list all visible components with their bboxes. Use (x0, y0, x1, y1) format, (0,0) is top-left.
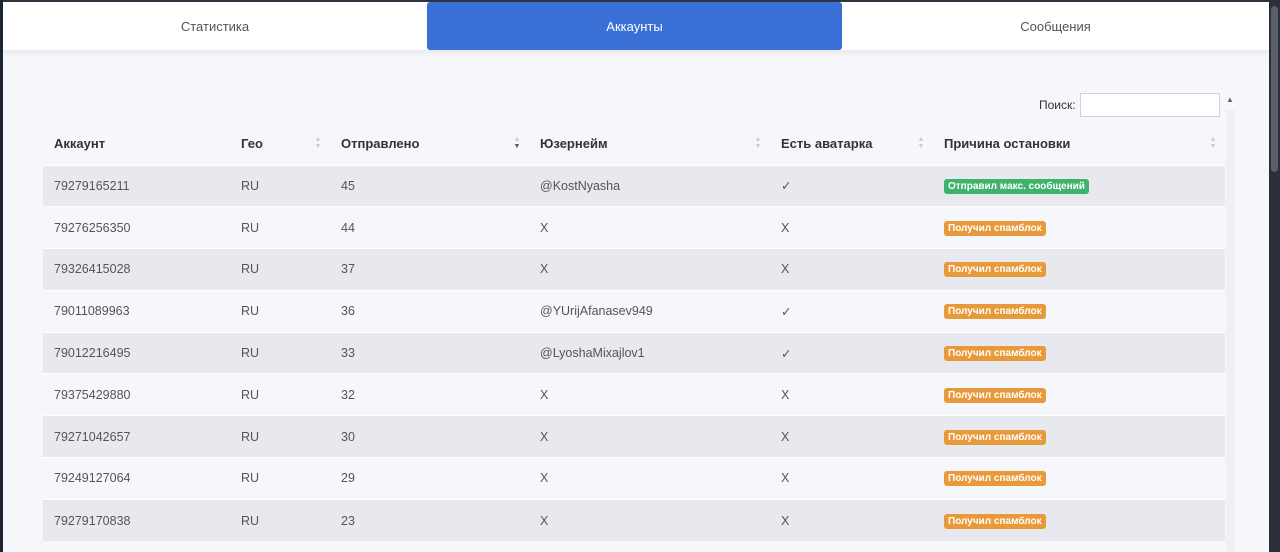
username-cell: X (529, 498, 770, 542)
geo-cell: RU (230, 415, 330, 458)
stop-reason-cell: Получил спамблок (933, 248, 1225, 291)
username-cell: X (529, 415, 770, 458)
stop-reason-cell: Получил спамблок (933, 498, 1225, 542)
stop-reason-cell: Получил спамблок (933, 206, 1225, 249)
stop-reason-cell: Получил спамблок (933, 289, 1225, 333)
table-body: 79279165211 RU 45 @KostNyasha ✓ Отправил макс… (43, 164, 1225, 542)
stop-reason-cell: Получил спамблок (933, 331, 1225, 374)
sent-count-cell: 32 (330, 373, 529, 416)
geo-cell: RU (230, 498, 330, 542)
stop-reason-cell: Отправил макс. сообщений (933, 164, 1225, 207)
geo-cell: RU (230, 206, 330, 249)
column-header-sent[interactable]: Отправлено ▲ ▼ (330, 123, 529, 165)
sort-icon: ▲ ▼ (1209, 136, 1217, 150)
app-window: Статистика Аккаунты Сообщения Поиск: ▲ А… (3, 0, 1269, 552)
status-badge: Получил спамблок (944, 220, 1046, 236)
sort-icon: ▲ ▼ (754, 136, 762, 150)
table-row: 79276256350 RU 44 X X Получил спамблок (43, 206, 1225, 249)
username-cell: X (529, 206, 770, 249)
account-cell: 79279165211 (43, 164, 230, 207)
stop-reason-cell: Получил спамблок (933, 415, 1225, 458)
window-scrollbar-thumb[interactable] (1271, 6, 1278, 172)
sent-count-cell: 29 (330, 457, 529, 500)
username-cell: @YUrijAfanasev949 (529, 289, 770, 333)
table-row: 79279170838 RU 23 X X Получил спамблок (43, 498, 1225, 542)
sort-icon: ▲ ▼ (314, 136, 322, 150)
status-badge: Получил спамблок (944, 387, 1046, 403)
account-cell: 79375429880 (43, 373, 230, 416)
geo-cell: RU (230, 164, 330, 207)
column-header-avatar[interactable]: Есть аватарка ▲ ▼ (770, 123, 933, 165)
status-badge: Получил спамблок (944, 262, 1046, 278)
sent-count-cell: 36 (330, 289, 529, 333)
account-cell: 79011089963 (43, 289, 230, 333)
status-badge: Получил спамблок (944, 304, 1046, 320)
table-header-row: Аккаунт Гео ▲ ▼ Отправлено ▲ ▼ Юзернейм ▲ ▼… (43, 123, 1225, 165)
tab-messages[interactable]: Сообщения (842, 2, 1269, 50)
geo-cell: RU (230, 331, 330, 374)
table-row: 79012216495 RU 33 @LyoshaMixajlov1 ✓ Получил … (43, 331, 1225, 374)
column-header-geo[interactable]: Гео ▲ ▼ (230, 123, 330, 165)
table-scrollbar[interactable] (1226, 110, 1235, 552)
tab-bar: Статистика Аккаунты Сообщения (3, 0, 1269, 50)
stop-reason-cell: Получил спамблок (933, 373, 1225, 416)
has-avatar-cell: X (770, 498, 933, 542)
sent-count-cell: 37 (330, 248, 529, 291)
sent-count-cell: 33 (330, 331, 529, 374)
sent-count-cell: 23 (330, 498, 529, 542)
username-cell: X (529, 248, 770, 291)
table-row: 79375429880 RU 32 X X Получил спамблок (43, 373, 1225, 416)
has-avatar-cell: X (770, 415, 933, 458)
account-cell: 79279170838 (43, 498, 230, 542)
geo-cell: RU (230, 373, 330, 416)
tab-accounts[interactable]: Аккаунты (427, 2, 842, 50)
status-badge: Отправил макс. сообщений (944, 178, 1089, 194)
table-row: 79249127064 RU 29 X X Получил спамблок (43, 457, 1225, 500)
status-badge: Получил спамблок (944, 513, 1046, 529)
search-input[interactable] (1079, 93, 1220, 117)
geo-cell: RU (230, 457, 330, 500)
sent-count-cell: 44 (330, 206, 529, 249)
account-cell: 79271042657 (43, 415, 230, 458)
account-cell: 79012216495 (43, 331, 230, 374)
has-avatar-cell: ✓ (770, 331, 933, 374)
has-avatar-cell: X (770, 248, 933, 291)
username-cell: @LyoshaMixajlov1 (529, 331, 770, 374)
account-cell: 79326415028 (43, 248, 230, 291)
sort-icon: ▲ ▼ (917, 136, 925, 150)
table-row: 79326415028 RU 37 X X Получил спамблок (43, 248, 1225, 291)
status-badge: Получил спамблок (944, 471, 1046, 487)
has-avatar-cell: X (770, 457, 933, 500)
table-row: 79279165211 RU 45 @KostNyasha ✓ Отправил макс… (43, 164, 1225, 207)
column-header-username[interactable]: Юзернейм ▲ ▼ (529, 123, 770, 165)
username-cell: X (529, 457, 770, 500)
sent-count-cell: 30 (330, 415, 529, 458)
accounts-table: Аккаунт Гео ▲ ▼ Отправлено ▲ ▼ Юзернейм ▲ ▼… (43, 123, 1225, 542)
search-label: Поиск: (1039, 98, 1076, 112)
status-badge: Получил спамблок (944, 429, 1046, 445)
sort-desc-icon: ▲ ▼ (513, 136, 521, 150)
table-row: 79011089963 RU 36 @YUrijAfanasev949 ✓ Получил… (43, 289, 1225, 333)
account-cell: 79276256350 (43, 206, 230, 249)
username-cell: @KostNyasha (529, 164, 770, 207)
stop-reason-cell: Получил спамблок (933, 457, 1225, 500)
sent-count-cell: 45 (330, 164, 529, 207)
status-badge: Получил спамблок (944, 346, 1046, 362)
username-cell: X (529, 373, 770, 416)
has-avatar-cell: X (770, 373, 933, 416)
window-scrollbar[interactable] (1269, 0, 1280, 552)
search-area: Поиск: (1039, 93, 1220, 117)
account-cell: 79249127064 (43, 457, 230, 500)
has-avatar-cell: ✓ (770, 289, 933, 333)
has-avatar-cell: X (770, 206, 933, 249)
has-avatar-cell: ✓ (770, 164, 933, 207)
geo-cell: RU (230, 248, 330, 291)
table-row: 79271042657 RU 30 X X Получил спамблок (43, 415, 1225, 458)
column-header-stop-reason[interactable]: Причина остановки ▲ ▼ (933, 123, 1225, 165)
tab-statistics[interactable]: Статистика (3, 2, 427, 50)
column-header-account[interactable]: Аккаунт (43, 123, 230, 165)
geo-cell: RU (230, 289, 330, 333)
scroll-up-arrow-icon[interactable]: ▲ (1225, 95, 1235, 105)
